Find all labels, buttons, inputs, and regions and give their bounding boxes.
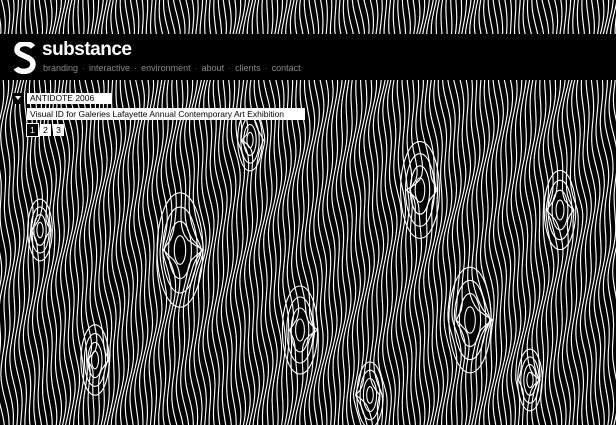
- nav-separator: ·: [264, 63, 268, 73]
- nav-separator: ·: [134, 63, 138, 73]
- nav-item-about[interactable]: about: [202, 63, 225, 73]
- page-button-1[interactable]: 1: [26, 123, 39, 137]
- project-title: ANTIDOTE 2006: [27, 93, 112, 104]
- image-pager: 1 2 3: [26, 123, 66, 137]
- nav-separator: ·: [228, 63, 232, 73]
- project-subtitle: Visual ID for Galeries Lafayette Annual …: [27, 108, 305, 120]
- triangle-down-icon[interactable]: [13, 93, 24, 104]
- nav-separator: ·: [82, 63, 86, 73]
- header-bar: substance branding · interactive · envir…: [0, 34, 616, 80]
- brand-wordmark[interactable]: substance: [42, 40, 132, 59]
- nav-item-contact[interactable]: contact: [272, 63, 301, 73]
- s-logo-icon[interactable]: [13, 42, 37, 74]
- page-button-2[interactable]: 2: [40, 124, 51, 136]
- nav-item-environment[interactable]: environment: [141, 63, 191, 73]
- nav-item-branding[interactable]: branding: [43, 63, 78, 73]
- page-button-3[interactable]: 3: [53, 124, 64, 136]
- main-nav: branding · interactive · environment · a…: [43, 63, 301, 73]
- nav-item-interactive[interactable]: interactive: [89, 63, 130, 73]
- nav-separator: ·: [194, 63, 198, 73]
- nav-item-clients[interactable]: clients: [235, 63, 261, 73]
